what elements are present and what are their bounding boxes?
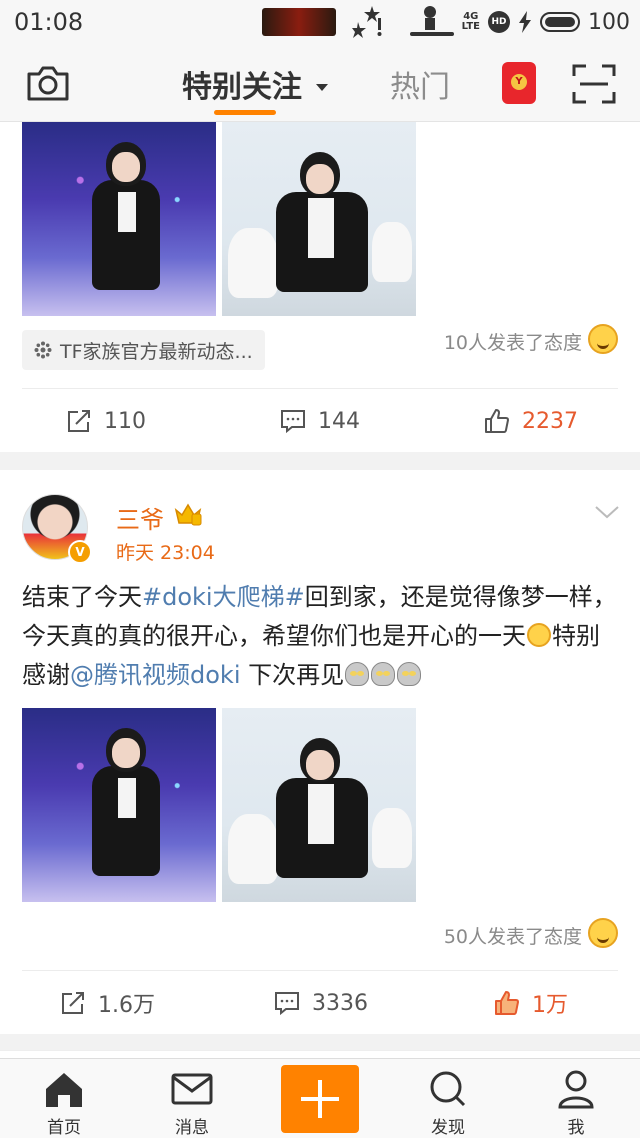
attitude-count[interactable]: 50人发表了态度 — [444, 922, 582, 949]
tab-home-label: 首页 — [47, 1118, 81, 1138]
tab-me-label: 我 — [567, 1118, 585, 1138]
comment-button[interactable]: 3336 — [274, 972, 368, 1034]
grin-emoji-icon[interactable] — [588, 918, 618, 948]
comment-button[interactable]: 144 — [280, 390, 360, 452]
post-time: 昨天 23:04 — [116, 542, 215, 564]
verified-badge: V — [68, 540, 92, 564]
action-row: 110 144 2237 — [0, 390, 640, 452]
post-image[interactable] — [22, 122, 216, 316]
active-tab-indicator — [214, 110, 276, 115]
topic-chip[interactable]: TF家族官方最新动态... — [22, 330, 265, 370]
user-icon — [558, 1070, 594, 1109]
post-text-segment: 下次再见 — [240, 661, 345, 689]
post-text: 结束了今天#doki大爬梯#回到家，还是觉得像梦一样，今天真的真的很开心，希望你… — [22, 578, 622, 695]
divider — [22, 388, 618, 389]
top-nav: 特别关注 热门 — [0, 44, 640, 122]
bottom-tab-bar: 首页 消息 发现 我 — [0, 1058, 640, 1138]
mail-icon — [171, 1073, 213, 1105]
like-button[interactable]: 2237 — [484, 390, 578, 452]
home-icon — [46, 1073, 82, 1107]
battery-level: 100 — [588, 9, 630, 35]
post-image[interactable] — [222, 708, 416, 902]
tab-discover-label: 发现 — [431, 1118, 465, 1138]
post-image[interactable] — [22, 708, 216, 902]
tab-home[interactable]: 首页 — [14, 1059, 114, 1138]
battery-icon — [540, 12, 580, 32]
ultraman-emoji-icon — [371, 662, 396, 686]
status-character-icon — [410, 6, 454, 36]
repost-icon — [68, 410, 90, 432]
comment-count: 3336 — [312, 990, 368, 1016]
comment-count: 144 — [318, 408, 360, 434]
tab-discover[interactable]: 发现 — [398, 1059, 498, 1138]
ultraman-emoji-icon — [345, 662, 370, 686]
action-row: 1.6万 3336 1万 — [0, 972, 640, 1034]
thumbs-up-icon — [485, 409, 509, 433]
tab-special-follow[interactable]: 特别关注 — [182, 62, 302, 106]
feed-card[interactable]: TF家族官方最新动态... 10人发表了态度 110 144 2237 — [0, 122, 640, 452]
ultraman-emoji-icon — [397, 662, 422, 686]
topic-chip-label: TF家族官方最新动态... — [60, 340, 253, 363]
post-text-segment: 结束了今天 — [22, 583, 142, 611]
topic-link[interactable]: #doki大爬梯# — [142, 583, 305, 611]
hd-icon: HD — [488, 11, 510, 33]
comment-icon — [275, 992, 299, 1016]
chevron-down-icon[interactable] — [594, 504, 620, 520]
comment-icon — [281, 410, 305, 434]
thumbs-up-filled-icon — [495, 991, 519, 1015]
status-icons: 4G LTE HD 100 — [462, 6, 630, 38]
like-count: 2237 — [522, 408, 578, 434]
status-time: 01:08 — [14, 8, 84, 36]
repost-icon — [62, 992, 84, 1014]
compose-button[interactable] — [281, 1065, 359, 1133]
scan-icon[interactable] — [572, 64, 616, 104]
search-icon — [430, 1071, 466, 1107]
chevron-down-icon[interactable] — [316, 84, 328, 91]
repost-count: 1.6万 — [98, 993, 155, 1018]
grin-emoji-icon[interactable] — [588, 324, 618, 354]
grin-emoji-icon — [527, 623, 551, 647]
tab-me[interactable]: 我 — [526, 1059, 626, 1138]
status-decoration-icon — [352, 6, 382, 38]
post-image[interactable] — [222, 122, 416, 316]
like-count: 1万 — [532, 993, 568, 1018]
like-button[interactable]: 1万 — [494, 972, 568, 1034]
author-name[interactable]: 三爷 — [116, 500, 164, 535]
divider — [22, 970, 618, 971]
status-decoration-image — [262, 8, 336, 36]
attitude-count[interactable]: 10人发表了态度 — [444, 328, 582, 355]
next-card-peek — [0, 1050, 640, 1058]
repost-count: 110 — [104, 408, 146, 434]
repost-button[interactable]: 1.6万 — [60, 972, 155, 1034]
status-bar: 01:08 4G LTE HD 100 — [0, 0, 640, 44]
tab-hot[interactable]: 热门 — [390, 62, 450, 106]
camera-icon[interactable] — [26, 64, 70, 102]
network-sub: LTE — [461, 21, 480, 32]
repost-button[interactable]: 110 — [66, 390, 146, 452]
tab-messages[interactable]: 消息 — [142, 1059, 242, 1138]
red-packet-icon[interactable] — [502, 62, 536, 104]
charging-icon — [519, 11, 531, 33]
vip-crown-icon[interactable] — [174, 502, 202, 526]
gear-icon — [34, 341, 52, 359]
network-indicator: 4G LTE — [462, 12, 480, 32]
feed-card[interactable]: V 三爷 昨天 23:04 结束了今天#doki大爬梯#回到家，还是觉得像梦一样… — [0, 470, 640, 1034]
tab-messages-label: 消息 — [175, 1118, 209, 1138]
mention-link[interactable]: @腾讯视频doki — [70, 661, 240, 689]
